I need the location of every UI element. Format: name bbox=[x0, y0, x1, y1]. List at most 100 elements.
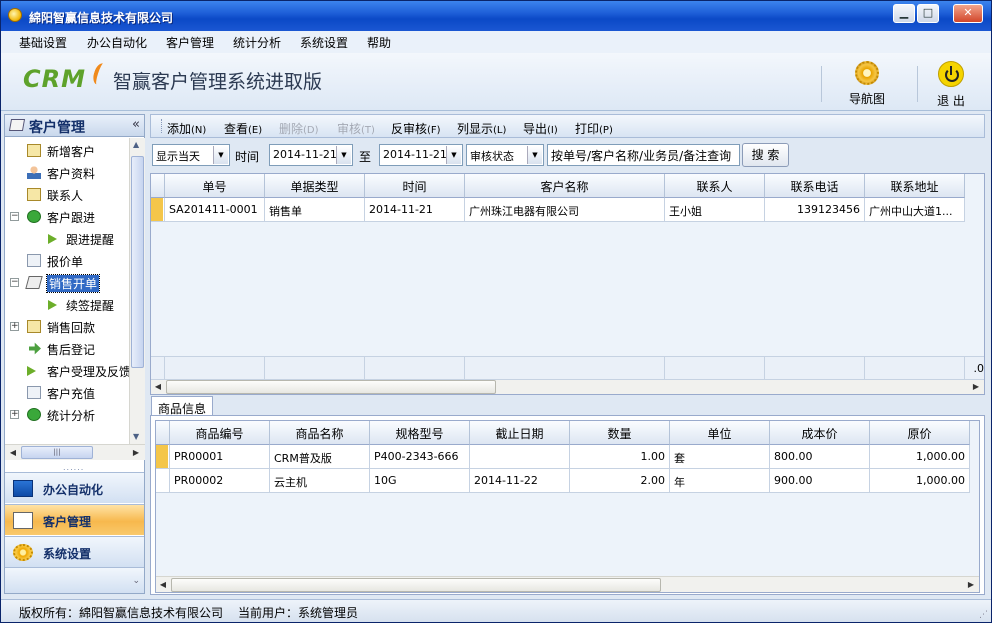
chevron-down-icon[interactable]: ▼ bbox=[336, 146, 351, 164]
column-header[interactable]: 联系地址 bbox=[865, 174, 965, 198]
column-header[interactable]: 单位 bbox=[670, 421, 770, 445]
products-horizontal-scrollbar[interactable]: ◀ ▶ bbox=[156, 576, 979, 592]
navigation-map-button[interactable]: 导航图 bbox=[837, 61, 897, 107]
table-cell[interactable]: CRM普及版 bbox=[270, 445, 370, 469]
scroll-right-arrow-icon[interactable]: ▶ bbox=[129, 446, 143, 460]
nav-customer-management[interactable]: 客户管理 bbox=[5, 504, 144, 535]
column-header[interactable]: 联系电话 bbox=[765, 174, 865, 198]
date-range-select[interactable]: 显示当天 ▼ bbox=[152, 144, 230, 166]
chevron-down-icon[interactable]: ▼ bbox=[446, 146, 461, 164]
table-cell[interactable]: 1,000.00 bbox=[870, 445, 970, 469]
tree-item[interactable]: 报价单 bbox=[5, 252, 129, 270]
toolbar-button[interactable]: 查看(E) bbox=[224, 120, 262, 137]
toolbar-button[interactable]: 列显示(L) bbox=[457, 120, 506, 137]
scroll-right-arrow-icon[interactable]: ▶ bbox=[969, 380, 983, 394]
column-header[interactable]: 单据类型 bbox=[265, 174, 365, 198]
menu-customer-management[interactable]: 客户管理 bbox=[166, 34, 214, 51]
table-cell[interactable]: P400-2343-666 bbox=[370, 445, 470, 469]
menu-system-settings[interactable]: 系统设置 bbox=[300, 34, 348, 51]
tree-item[interactable]: + 统计分析 bbox=[5, 406, 129, 424]
minimize-button[interactable]: ▁ bbox=[893, 4, 915, 23]
expand-icon[interactable]: + bbox=[10, 410, 19, 419]
exit-button[interactable]: 退 出 bbox=[921, 61, 981, 108]
collapse-panel-button[interactable]: « bbox=[132, 117, 140, 132]
tree-horizontal-scrollbar[interactable]: ◀ ||| ▶ bbox=[5, 444, 145, 460]
table-cell[interactable]: 广州中山大道1... bbox=[865, 198, 965, 222]
tree-item[interactable]: 售后登记 bbox=[5, 340, 129, 358]
scroll-thumb[interactable] bbox=[171, 578, 661, 592]
column-header[interactable]: 截止日期 bbox=[470, 421, 570, 445]
search-input[interactable] bbox=[547, 144, 740, 166]
table-cell[interactable]: 10G bbox=[370, 469, 470, 493]
table-cell[interactable]: PR00002 bbox=[170, 469, 270, 493]
orders-horizontal-scrollbar[interactable]: ◀ ▶ bbox=[151, 378, 984, 394]
menu-office-automation[interactable]: 办公自动化 bbox=[87, 34, 147, 51]
date-from-picker[interactable]: 2014-11-21 ▼ bbox=[269, 144, 353, 166]
nav-office-automation[interactable]: 办公自动化 bbox=[5, 472, 144, 503]
column-header[interactable]: 数量 bbox=[570, 421, 670, 445]
tree-item[interactable]: 客户受理及反馈 bbox=[5, 362, 129, 380]
audit-status-select[interactable]: 审核状态 ▼ bbox=[466, 144, 544, 166]
table-cell[interactable]: 1.00 bbox=[570, 445, 670, 469]
table-cell[interactable]: 1,000.00 bbox=[870, 469, 970, 493]
menu-basic-settings[interactable]: 基础设置 bbox=[19, 34, 67, 51]
title-bar[interactable]: 綿阳智赢信息技术有限公司 ▁ □ ✕ bbox=[1, 1, 991, 31]
column-header[interactable]: 商品名称 bbox=[270, 421, 370, 445]
tree-item[interactable]: 续签提醒 bbox=[5, 296, 129, 314]
table-cell[interactable]: SA201411-0001 bbox=[165, 198, 265, 222]
toolbar-button[interactable]: 添加(N) bbox=[167, 120, 206, 137]
table-cell[interactable]: 2.00 bbox=[570, 469, 670, 493]
table-cell[interactable]: 900.00 bbox=[770, 469, 870, 493]
scroll-left-arrow-icon[interactable]: ◀ bbox=[6, 446, 20, 460]
table-cell[interactable]: 2014-11-21 bbox=[365, 198, 465, 222]
table-cell[interactable]: 广州珠江电器有限公司 bbox=[465, 198, 665, 222]
table-cell[interactable]: 销售单 bbox=[265, 198, 365, 222]
table-cell[interactable]: PR00001 bbox=[170, 445, 270, 469]
tree-item[interactable]: − 销售开单 bbox=[5, 274, 129, 293]
menu-statistics[interactable]: 统计分析 bbox=[233, 34, 281, 51]
toolbar-button[interactable]: 反审核(F) bbox=[391, 120, 441, 137]
table-cell[interactable] bbox=[470, 445, 570, 469]
tab-product-info[interactable]: 商品信息 bbox=[151, 396, 213, 416]
collapse-icon[interactable]: − bbox=[10, 278, 19, 287]
panel-footer-chevron-icon[interactable]: ⌄ bbox=[5, 567, 144, 593]
chevron-down-icon[interactable]: ▼ bbox=[213, 146, 228, 164]
toolbar-button[interactable]: 导出(I) bbox=[523, 120, 558, 137]
resize-grip-icon[interactable]: ⋰ bbox=[979, 610, 988, 620]
expand-icon[interactable]: + bbox=[10, 322, 19, 331]
tree-vertical-scrollbar[interactable]: ▲ ▼ bbox=[129, 138, 145, 444]
scroll-left-arrow-icon[interactable]: ◀ bbox=[151, 380, 165, 394]
close-button[interactable]: ✕ bbox=[953, 4, 983, 23]
table-cell[interactable]: 年 bbox=[670, 469, 770, 493]
tree-item[interactable]: 跟进提醒 bbox=[5, 230, 129, 248]
column-header[interactable]: 成本价 bbox=[770, 421, 870, 445]
column-header[interactable]: 商品编号 bbox=[170, 421, 270, 445]
column-header[interactable]: 单号 bbox=[165, 174, 265, 198]
date-to-picker[interactable]: 2014-11-21 ▼ bbox=[379, 144, 463, 166]
table-cell[interactable]: 套 bbox=[670, 445, 770, 469]
column-header[interactable]: 客户名称 bbox=[465, 174, 665, 198]
table-cell[interactable]: 139123456 bbox=[765, 198, 865, 222]
maximize-button[interactable]: □ bbox=[917, 4, 939, 23]
panel-splitter[interactable]: ...... bbox=[63, 463, 84, 472]
column-header[interactable]: 原价 bbox=[870, 421, 970, 445]
table-cell[interactable]: 王小姐 bbox=[665, 198, 765, 222]
tree-item[interactable]: 新增客户 bbox=[5, 142, 129, 160]
table-cell[interactable]: 云主机 bbox=[270, 469, 370, 493]
row-indicator[interactable] bbox=[156, 469, 170, 493]
nav-system-settings[interactable]: 系统设置 bbox=[5, 536, 144, 567]
column-header[interactable]: 规格型号 bbox=[370, 421, 470, 445]
tree-item[interactable]: 联系人 bbox=[5, 186, 129, 204]
tree-item[interactable]: + 销售回款 bbox=[5, 318, 129, 336]
scroll-thumb[interactable] bbox=[166, 380, 496, 394]
scroll-right-arrow-icon[interactable]: ▶ bbox=[964, 578, 978, 592]
collapse-icon[interactable]: − bbox=[10, 212, 19, 221]
menu-help[interactable]: 帮助 bbox=[367, 34, 391, 51]
table-cell[interactable]: 800.00 bbox=[770, 445, 870, 469]
tree-item[interactable]: 客户充值 bbox=[5, 384, 129, 402]
chevron-down-icon[interactable]: ▼ bbox=[527, 146, 542, 164]
column-header[interactable]: 时间 bbox=[365, 174, 465, 198]
scroll-thumb[interactable]: ||| bbox=[21, 446, 93, 459]
column-header[interactable]: 联系人 bbox=[665, 174, 765, 198]
tree-item[interactable]: − 客户跟进 bbox=[5, 208, 129, 226]
